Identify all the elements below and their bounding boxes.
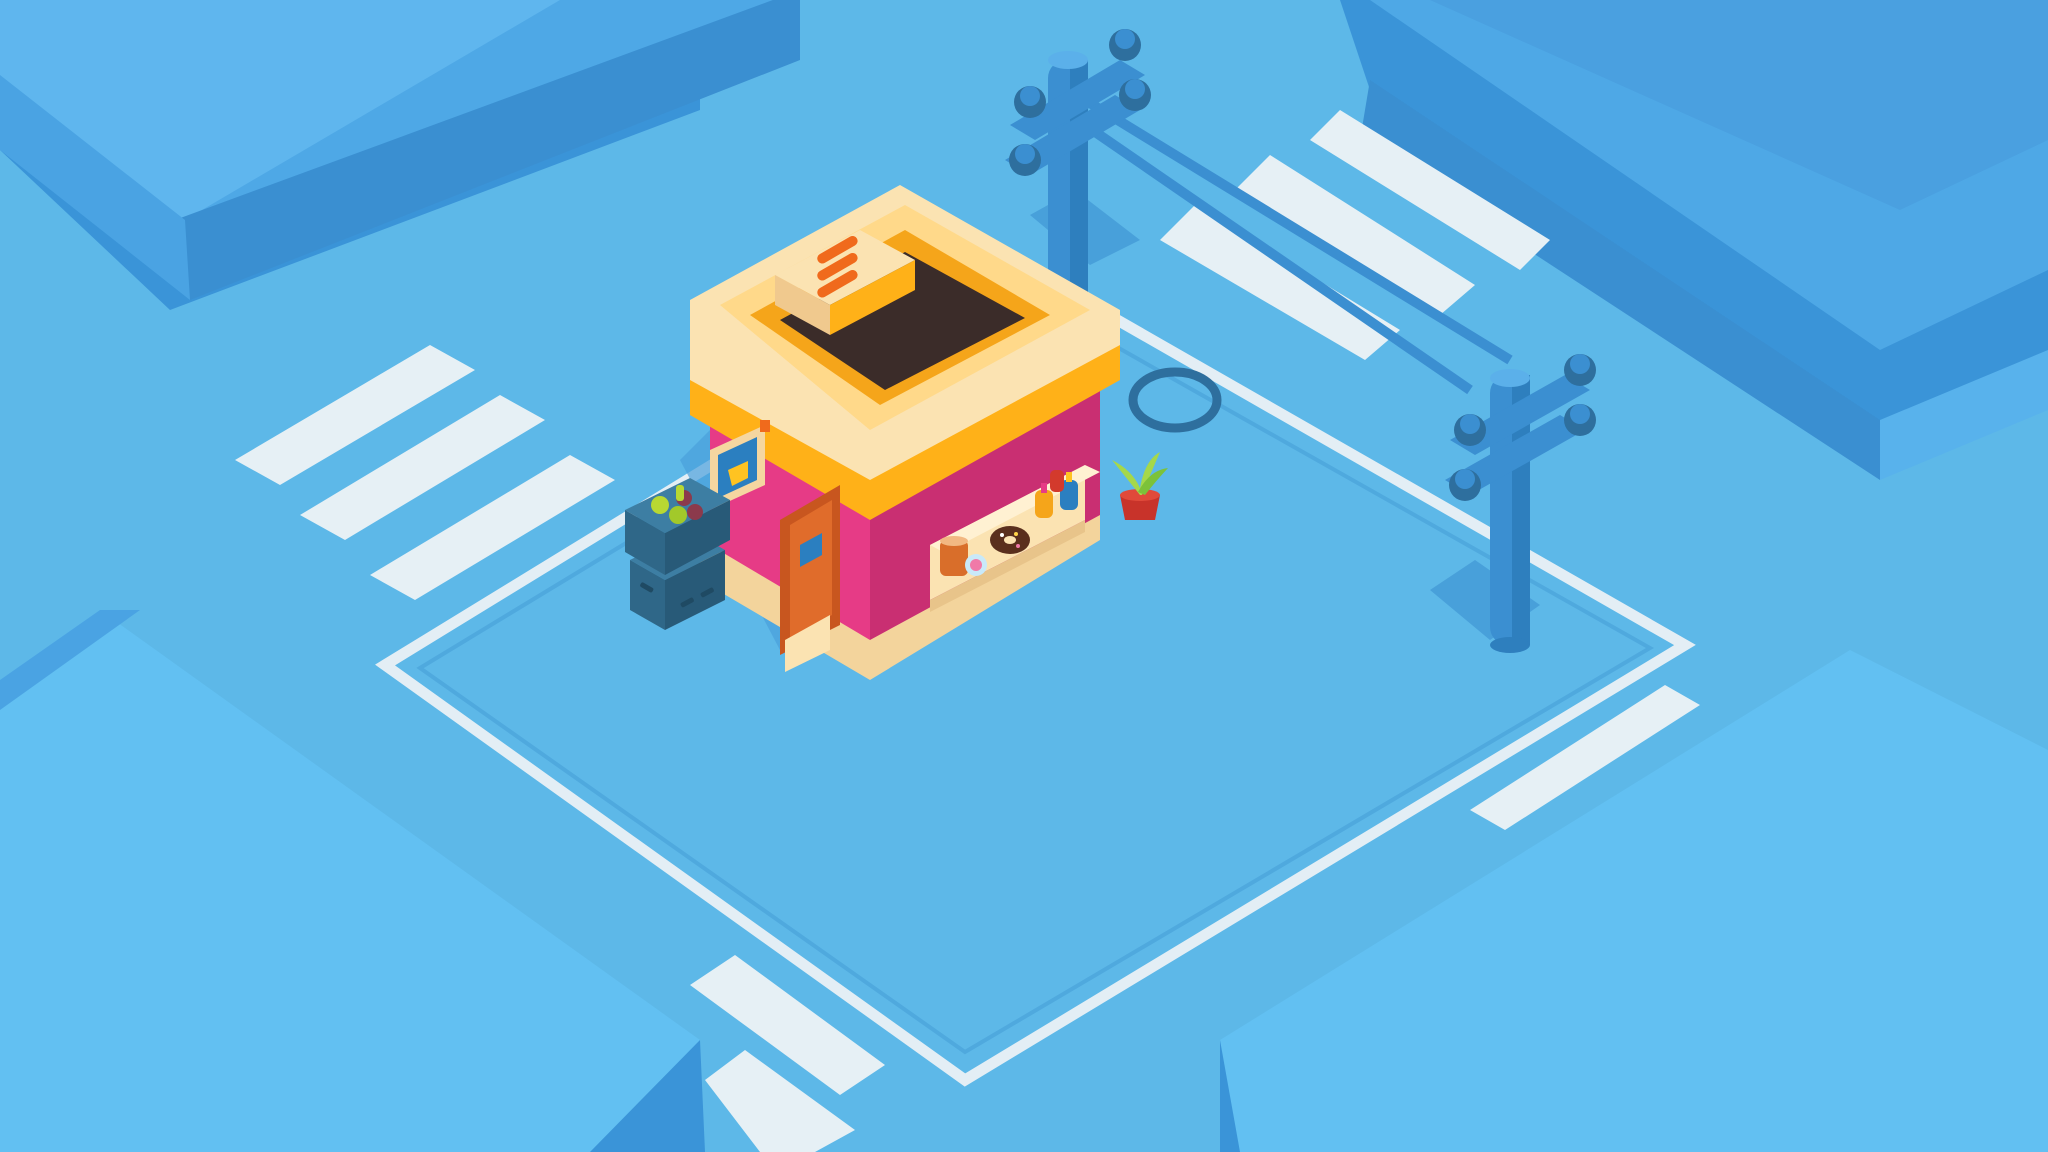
game-scene [0,0,2048,1152]
donut [990,526,1030,554]
scene-canvas [0,0,2048,1152]
